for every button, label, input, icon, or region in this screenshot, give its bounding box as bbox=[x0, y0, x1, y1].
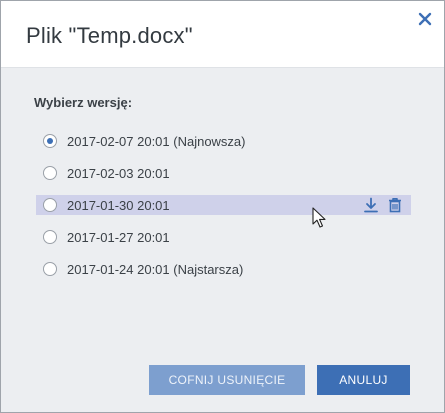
version-label: 2017-01-27 20:01 bbox=[67, 229, 170, 245]
row-actions bbox=[363, 197, 403, 213]
version-label: 2017-02-03 20:01 bbox=[67, 165, 170, 181]
trash-icon[interactable] bbox=[387, 197, 403, 213]
cancel-button[interactable]: ANULUJ bbox=[317, 365, 410, 395]
version-radio[interactable] bbox=[43, 134, 57, 148]
version-list: 2017-02-07 20:01 (Najnowsza) 2017-02-03 … bbox=[36, 131, 411, 291]
version-row-3[interactable]: 2017-01-27 20:01 bbox=[36, 227, 411, 247]
version-row-4[interactable]: 2017-01-24 20:01 (Najstarsza) bbox=[36, 259, 411, 279]
version-label: 2017-01-24 20:01 (Najstarsza) bbox=[67, 261, 244, 277]
section-label: Wybierz wersję: bbox=[34, 95, 133, 110]
close-icon[interactable] bbox=[413, 7, 437, 31]
version-dialog: Plik "Temp.docx" Wybierz wersję: 2017-02… bbox=[0, 0, 445, 413]
version-row-2[interactable]: 2017-01-30 20:01 bbox=[36, 195, 411, 215]
version-radio[interactable] bbox=[43, 166, 57, 180]
dialog-title: Plik "Temp.docx" bbox=[26, 23, 193, 48]
restore-button[interactable]: COFNIJ USUNIĘCIE bbox=[149, 365, 305, 395]
mouse-cursor-icon bbox=[312, 207, 326, 228]
dialog-header: Plik "Temp.docx" bbox=[1, 1, 444, 68]
download-icon[interactable] bbox=[363, 197, 379, 213]
version-radio[interactable] bbox=[43, 198, 57, 212]
version-radio[interactable] bbox=[43, 230, 57, 244]
version-label: 2017-01-30 20:01 bbox=[67, 197, 170, 213]
version-row-0[interactable]: 2017-02-07 20:01 (Najnowsza) bbox=[36, 131, 411, 151]
version-row-1[interactable]: 2017-02-03 20:01 bbox=[36, 163, 411, 183]
version-label: 2017-02-07 20:01 (Najnowsza) bbox=[67, 133, 246, 149]
version-radio[interactable] bbox=[43, 262, 57, 276]
